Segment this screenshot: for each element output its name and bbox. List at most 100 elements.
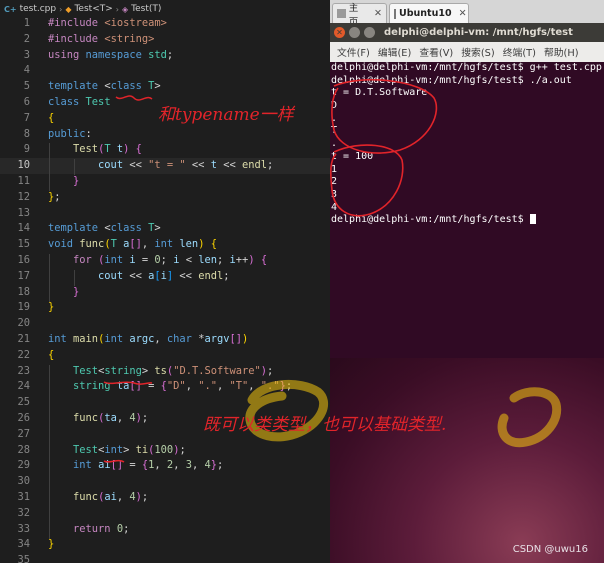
types-annotation: 既可以类类型，也可以基础类型. — [203, 415, 447, 435]
terminal-output[interactable]: delphi@delphi-vm:/mnt/hgfs/test$ g++ tes… — [330, 62, 604, 358]
line-number[interactable]: 8 — [0, 127, 30, 143]
line-number[interactable]: 28 — [0, 443, 30, 459]
line-number[interactable]: 11 — [0, 174, 30, 190]
line-number[interactable]: 16 — [0, 253, 30, 269]
menu-edit[interactable]: 编辑(E) — [378, 45, 411, 59]
line-number[interactable]: 33 — [0, 522, 30, 538]
breadcrumb-constructor[interactable]: Test(T) — [131, 4, 161, 14]
code-text: template <class T> — [48, 79, 161, 95]
line-number[interactable]: 19 — [0, 300, 30, 316]
line-number[interactable]: 7 — [0, 111, 30, 127]
line-number[interactable]: 24 — [0, 379, 30, 395]
code-token: { — [260, 253, 268, 266]
code-line[interactable]: 3 using namespace std; — [0, 48, 330, 64]
line-number[interactable]: 34 — [0, 537, 30, 553]
breadcrumb-symbol[interactable]: Test<T> — [74, 4, 112, 14]
line-number[interactable]: 3 — [0, 48, 30, 64]
code-line[interactable]: 1 #include <iostream> — [0, 16, 330, 32]
close-icon[interactable]: ✕ — [459, 8, 467, 19]
code-text: } — [48, 300, 54, 316]
code-token: ta — [116, 380, 130, 393]
code-line[interactable]: 19} — [0, 300, 330, 316]
line-number[interactable]: 18 — [0, 285, 30, 301]
tab-ubuntu10[interactable]: Ubuntu10 ✕ — [389, 3, 469, 23]
code-line[interactable]: 13 — [0, 206, 330, 222]
line-number[interactable]: 30 — [0, 474, 30, 490]
code-line[interactable]: 4 — [0, 63, 330, 79]
code-token: string — [104, 364, 142, 377]
line-number[interactable]: 22 — [0, 348, 30, 364]
code-token: ; — [217, 459, 224, 472]
line-number[interactable]: 4 — [0, 63, 30, 79]
terminal-window[interactable]: 主页 ✕ Ubuntu10 ✕ ✕ delphi@delphi-vm: /mnt… — [330, 0, 604, 358]
code-line[interactable]: 12}; — [0, 190, 330, 206]
line-number[interactable]: 12 — [0, 190, 30, 206]
code-line[interactable]: 8 public: — [0, 127, 330, 143]
code-text: public: — [48, 127, 92, 143]
code-token: { — [135, 143, 142, 156]
code-line[interactable]: 34} — [0, 537, 330, 553]
line-number[interactable]: 2 — [0, 32, 30, 48]
line-number[interactable]: 27 — [0, 427, 30, 443]
breadcrumb-file[interactable]: test.cpp — [20, 4, 57, 14]
line-number[interactable]: 17 — [0, 269, 30, 285]
line-number[interactable]: 26 — [0, 411, 30, 427]
code-line[interactable]: 35 — [0, 553, 330, 563]
line-number[interactable]: 23 — [0, 364, 30, 380]
terminal-prompt: delphi@delphi-vm:/mnt/hgfs/test$ — [331, 214, 530, 226]
code-editor[interactable]: C+ test.cpp › ◆ Test<T> › ◈ Test(T) 1 #in… — [0, 0, 330, 563]
text-cursor — [529, 214, 536, 225]
minimize-window-button[interactable] — [349, 27, 360, 38]
code-line[interactable]: 21 int main(int argc, char *argv[]) — [0, 332, 330, 348]
maximize-window-button[interactable] — [364, 27, 375, 38]
code-token: len — [179, 238, 199, 251]
indent-guide — [49, 365, 50, 539]
code-line[interactable]: 5 template <class T> — [0, 79, 330, 95]
line-number[interactable]: 21 — [0, 332, 30, 348]
line-number[interactable]: 1 — [0, 16, 30, 32]
code-line[interactable]: 14 template <class T> — [0, 221, 330, 237]
menu-help[interactable]: 帮助(H) — [544, 45, 579, 59]
code-token: ; — [179, 443, 186, 456]
menu-view[interactable]: 查看(V) — [419, 45, 453, 59]
code-token: class — [110, 222, 149, 235]
code-token: , — [141, 238, 155, 251]
menu-search[interactable]: 搜索(S) — [461, 45, 494, 59]
line-number[interactable]: 10 — [0, 158, 30, 174]
line-number[interactable]: 35 — [0, 553, 30, 563]
tab-home[interactable]: 主页 ✕ — [332, 3, 387, 28]
menu-file[interactable]: 文件(F) — [337, 45, 370, 59]
line-number[interactable]: 14 — [0, 221, 30, 237]
code-line[interactable]: 2 #include <string> — [0, 32, 330, 48]
code-token: "T" — [229, 380, 249, 393]
line-number[interactable]: 32 — [0, 506, 30, 522]
terminal-prompt-line[interactable]: delphi@delphi-vm:/mnt/hgfs/test$ — [330, 214, 604, 227]
code-text: template <class T> — [48, 221, 161, 237]
code-token: , — [173, 459, 186, 472]
close-icon[interactable]: ✕ — [374, 8, 382, 19]
terminal-line: . — [331, 112, 338, 124]
close-window-button[interactable]: ✕ — [334, 27, 345, 38]
line-number[interactable]: 5 — [0, 79, 30, 95]
code-token: { — [48, 111, 55, 124]
line-number[interactable]: 13 — [0, 206, 30, 222]
line-number[interactable]: 6 — [0, 95, 30, 111]
menu-terminal[interactable]: 终端(T) — [503, 45, 536, 59]
code-token: namespace — [85, 48, 149, 61]
line-number[interactable]: 20 — [0, 316, 30, 332]
terminal-line: 2 — [331, 176, 338, 188]
code-line[interactable]: 15 void func(T a[], int len) { — [0, 237, 330, 253]
code-token: T — [110, 238, 124, 251]
line-number[interactable]: 31 — [0, 490, 30, 506]
line-number[interactable]: 9 — [0, 142, 30, 158]
line-number[interactable]: 29 — [0, 458, 30, 474]
code-token: ; — [267, 364, 274, 377]
line-number[interactable]: 25 — [0, 395, 30, 411]
code-line[interactable]: 20 — [0, 316, 330, 332]
code-token: func — [73, 490, 99, 503]
line-number[interactable]: 15 — [0, 237, 30, 253]
code-line[interactable]: 22 { — [0, 348, 330, 364]
